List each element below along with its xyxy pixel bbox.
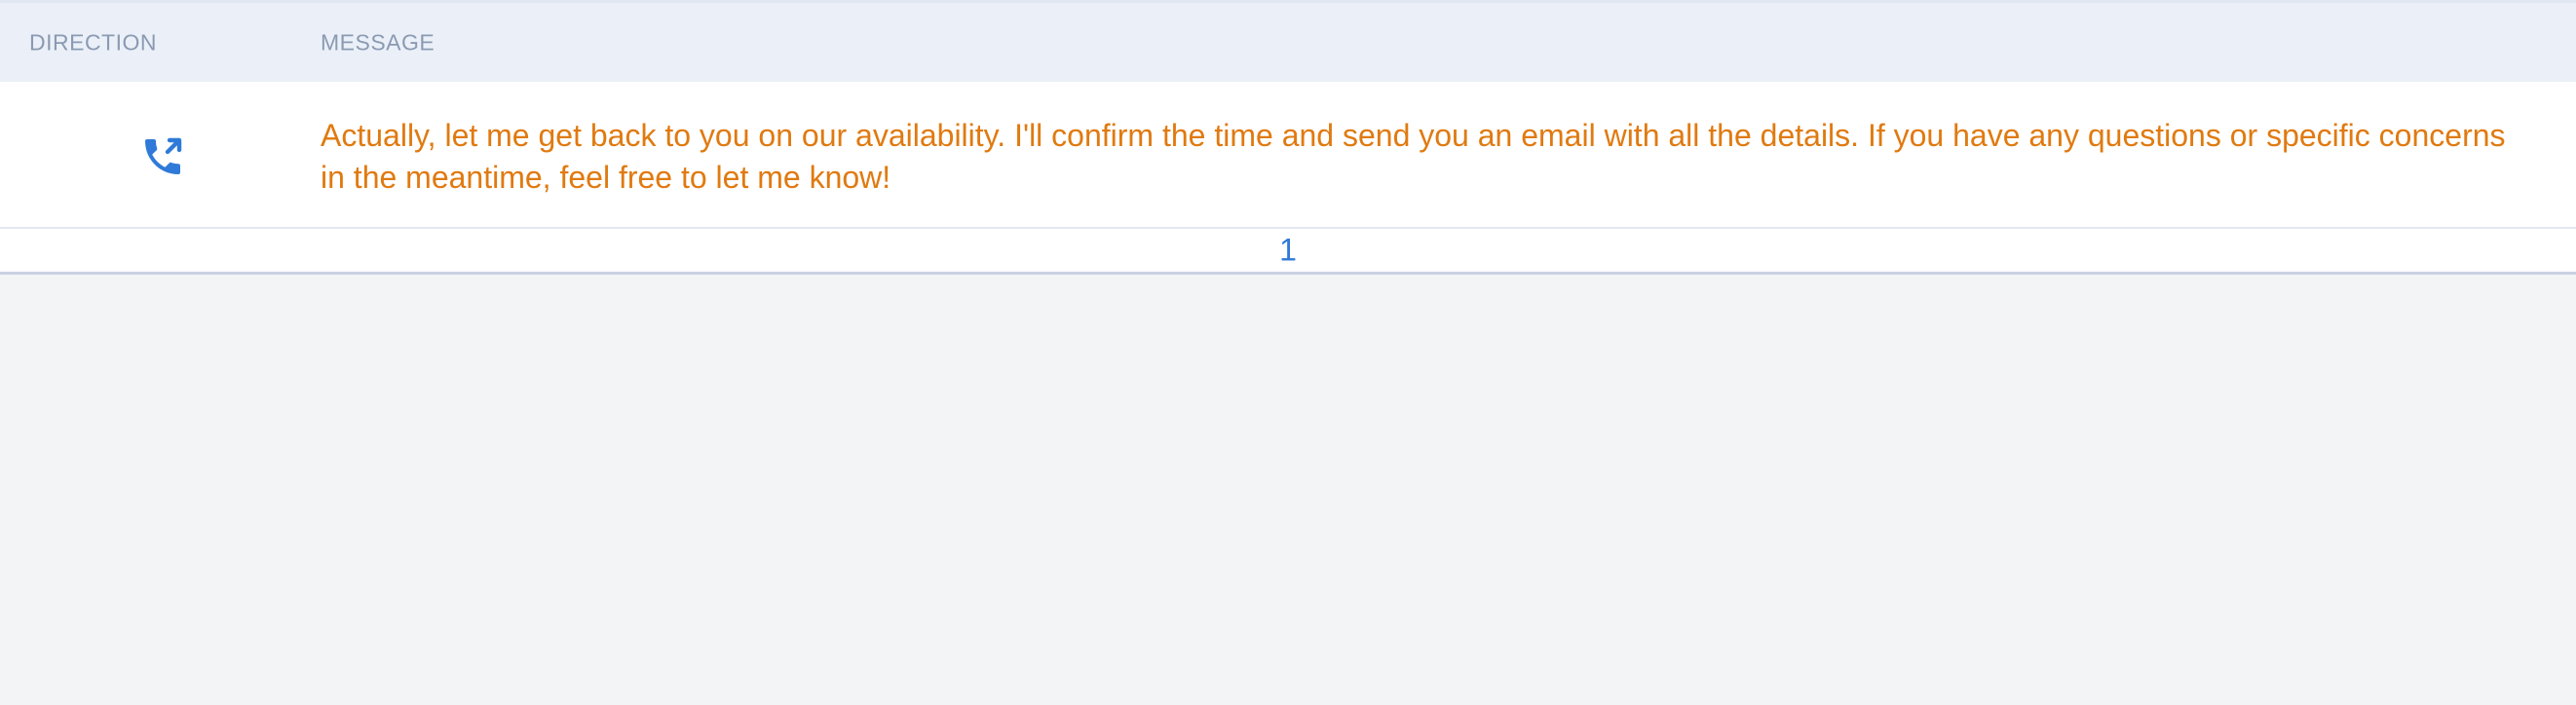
table-row[interactable]: Actually, let me get back to you on our … xyxy=(0,82,2576,229)
column-header-message[interactable]: MESSAGE xyxy=(321,29,435,56)
table-header: DIRECTION MESSAGE xyxy=(0,0,2576,82)
pagination: 1 xyxy=(0,229,2576,272)
messages-table: DIRECTION MESSAGE Actually, let me get b… xyxy=(0,0,2576,275)
direction-cell xyxy=(0,82,321,227)
outgoing-call-icon xyxy=(139,133,186,180)
column-header-direction[interactable]: DIRECTION xyxy=(29,29,157,56)
page-link-1[interactable]: 1 xyxy=(1279,233,1297,269)
message-text: Actually, let me get back to you on our … xyxy=(321,118,2506,195)
